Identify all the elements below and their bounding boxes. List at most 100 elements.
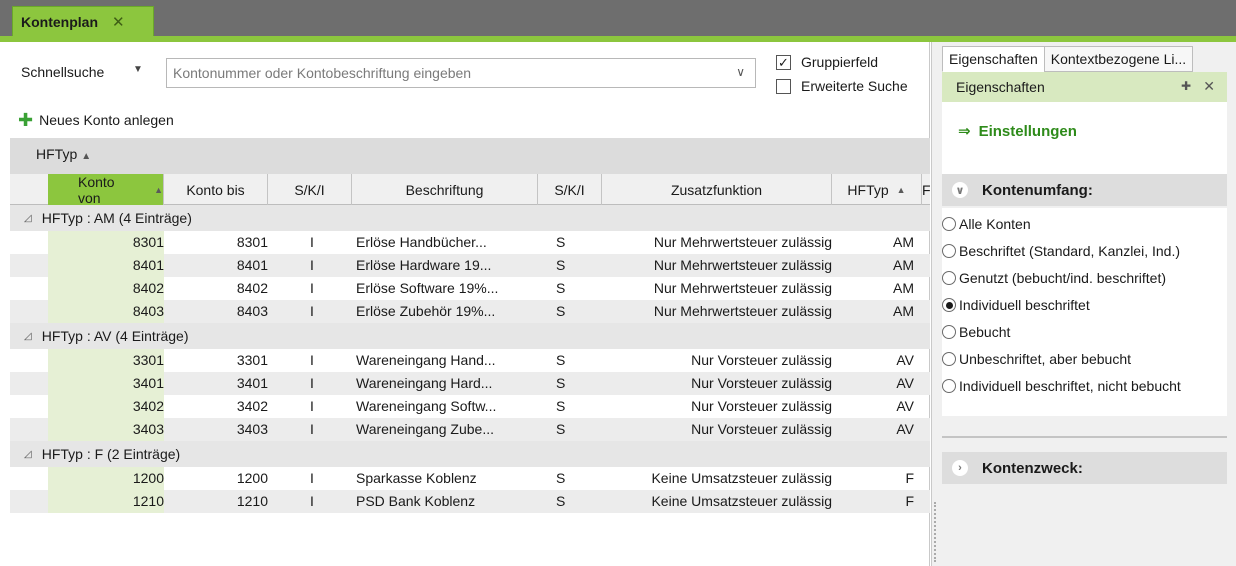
cell-hftyp: AV bbox=[896, 375, 914, 391]
table-row[interactable]: 3301 3301 I Wareneingang Hand... S Nur Vorste… bbox=[10, 349, 930, 372]
cell-konto-bis: 3401 bbox=[236, 375, 268, 391]
cell-ski-2: S bbox=[556, 352, 566, 368]
account-list-pane: Schnellsuche ▼ Kontonummer oder Kontobes… bbox=[0, 42, 930, 566]
cell-konto-bis: 3402 bbox=[236, 398, 268, 414]
quick-search-dropdown-icon[interactable]: ▼ bbox=[133, 64, 143, 75]
group-by-chip-label: HFTyp bbox=[36, 146, 78, 162]
cell-ski-2: S bbox=[556, 375, 566, 391]
settings-link[interactable]: ⇒ Einstellungen bbox=[958, 122, 1077, 141]
group-row[interactable]: ◿ HFTyp : AV (4 Einträge) bbox=[10, 323, 930, 349]
table-row[interactable]: 3403 3403 I Wareneingang Zube... S Nur Vorste… bbox=[10, 418, 930, 441]
collapse-triangle-icon[interactable]: ◿ bbox=[24, 213, 32, 224]
cell-ski: I bbox=[310, 421, 314, 437]
cell-konto-bis: 8403 bbox=[236, 303, 268, 319]
gruppierfeld-checkbox[interactable]: ✓ Gruppierfeld bbox=[776, 54, 878, 70]
radio-label: Beschriftet (Standard, Kanzlei, Ind.) bbox=[959, 243, 1180, 259]
group-row[interactable]: ◿ HFTyp : F (2 Einträge) bbox=[10, 441, 930, 467]
checkbox-checked-icon[interactable]: ✓ bbox=[776, 54, 791, 70]
cell-ski-2: S bbox=[556, 470, 566, 486]
column-header-beschriftung[interactable]: Beschriftung bbox=[352, 174, 538, 205]
kontenumfang-section-header[interactable]: ∨ Kontenumfang: bbox=[942, 174, 1227, 206]
cell-ski-2: S bbox=[556, 280, 566, 296]
radio-button-icon[interactable] bbox=[942, 379, 956, 393]
radio-option[interactable]: Unbeschriftet, aber bebucht bbox=[942, 351, 1131, 367]
table-row[interactable]: 3401 3401 I Wareneingang Hard... S Nur Vorste… bbox=[10, 372, 930, 395]
radio-label: Individuell beschriftet bbox=[959, 297, 1090, 313]
chevron-down-icon[interactable]: ∨ bbox=[736, 65, 745, 79]
radio-option[interactable]: Genutzt (bebucht/ind. beschriftet) bbox=[942, 270, 1166, 286]
radio-option[interactable]: Beschriftet (Standard, Kanzlei, Ind.) bbox=[942, 243, 1180, 259]
column-header-ski[interactable]: S/K/I bbox=[268, 174, 352, 205]
cell-ski: I bbox=[310, 375, 314, 391]
cell-konto-bis: 3403 bbox=[236, 421, 268, 437]
erweiterte-suche-checkbox[interactable]: Erweiterte Suche bbox=[776, 78, 908, 94]
radio-button-icon[interactable] bbox=[942, 325, 956, 339]
splitter-grip[interactable] bbox=[934, 502, 938, 562]
table-row[interactable]: 8402 8402 I Erlöse Software 19%... S Nur Mehr… bbox=[10, 277, 930, 300]
tab-kontenplan[interactable]: Kontenplan ✕ bbox=[12, 6, 154, 36]
column-header-konto-bis[interactable]: Konto bis bbox=[164, 174, 268, 205]
radio-option[interactable]: Individuell beschriftet bbox=[942, 297, 1090, 313]
group-label: HFTyp : AV (4 Einträge) bbox=[41, 328, 189, 344]
radio-label: Alle Konten bbox=[959, 216, 1031, 232]
cell-konto-von: 3402 bbox=[132, 398, 164, 414]
cell-konto-von: 8403 bbox=[132, 303, 164, 319]
cell-ski: I bbox=[310, 493, 314, 509]
group-row[interactable]: ◿ HFTyp : AM (4 Einträge) bbox=[10, 205, 930, 231]
radio-button-icon[interactable] bbox=[942, 271, 956, 285]
cell-hftyp: AM bbox=[893, 257, 914, 273]
cell-hftyp: AM bbox=[893, 234, 914, 250]
column-header-ski-2[interactable]: S/K/I bbox=[538, 174, 602, 205]
cell-beschriftung: Erlöse Software 19%... bbox=[356, 280, 499, 296]
group-by-chip[interactable]: HFTyp ▲ bbox=[36, 146, 91, 162]
group-label: HFTyp : F (2 Einträge) bbox=[41, 446, 181, 462]
cell-konto-bis: 3301 bbox=[236, 352, 268, 368]
cell-ski: I bbox=[310, 470, 314, 486]
radio-option[interactable]: Bebucht bbox=[942, 324, 1010, 340]
new-account-label: Neues Konto anlegen bbox=[39, 112, 174, 128]
cell-konto-bis: 8401 bbox=[236, 257, 268, 273]
checkbox-unchecked-icon[interactable] bbox=[776, 78, 791, 94]
column-header-f[interactable]: F bbox=[922, 174, 930, 205]
group-label: HFTyp : AM (4 Einträge) bbox=[41, 210, 192, 226]
cell-zusatzfunktion: Nur Vorsteuer zulässig bbox=[691, 398, 832, 414]
column-header-zusatzfunktion[interactable]: Zusatzfunktion bbox=[602, 174, 832, 205]
tab-kontextbezogene-listen[interactable]: Kontextbezogene Li... bbox=[1043, 46, 1194, 72]
group-by-panel: HFTyp ▲ bbox=[10, 138, 930, 174]
cell-zusatzfunktion: Nur Vorsteuer zulässig bbox=[691, 421, 832, 437]
plus-icon: ✚ bbox=[18, 110, 34, 130]
settings-link-label: Einstellungen bbox=[978, 122, 1077, 140]
radio-option[interactable]: Individuell beschriftet, nicht bebucht bbox=[942, 378, 1181, 394]
chevron-down-icon[interactable]: ∨ bbox=[952, 182, 968, 198]
table-row[interactable]: 3402 3402 I Wareneingang Softw... S Nur Vorst… bbox=[10, 395, 930, 418]
chevron-right-icon[interactable]: › bbox=[952, 460, 968, 476]
collapse-triangle-icon[interactable]: ◿ bbox=[24, 331, 32, 342]
cell-ski: I bbox=[310, 280, 314, 296]
close-icon[interactable]: ✕ bbox=[1203, 78, 1215, 95]
table-row[interactable]: 8401 8401 I Erlöse Hardware 19... S Nur Mehrw… bbox=[10, 254, 930, 277]
close-icon[interactable]: ✕ bbox=[112, 13, 125, 31]
radio-button-icon[interactable] bbox=[942, 217, 956, 231]
pin-icon[interactable]: ✚ bbox=[1181, 79, 1191, 93]
cell-konto-von: 1200 bbox=[132, 470, 164, 486]
tab-title: Kontenplan bbox=[21, 13, 98, 30]
radio-option[interactable]: Alle Konten bbox=[942, 216, 1031, 232]
table-row[interactable]: 8403 8403 I Erlöse Zubehör 19%... S Nur Mehrw… bbox=[10, 300, 930, 323]
kontenzweck-section-header[interactable]: › Kontenzweck: bbox=[942, 452, 1227, 484]
new-account-button[interactable]: ✚ Neues Konto anlegen bbox=[18, 111, 174, 129]
cell-zusatzfunktion: Nur Vorsteuer zulässig bbox=[691, 352, 832, 368]
table-row[interactable]: 1210 1210 I PSD Bank Koblenz S Keine Umsatzst… bbox=[10, 490, 930, 513]
radio-button-icon[interactable] bbox=[942, 298, 956, 312]
radio-label: Individuell beschriftet, nicht bebucht bbox=[959, 378, 1181, 394]
column-header-hftyp[interactable]: HFTyp ▲ bbox=[832, 174, 922, 205]
collapse-triangle-icon[interactable]: ◿ bbox=[24, 449, 32, 460]
tab-eigenschaften[interactable]: Eigenschaften bbox=[942, 46, 1045, 72]
table-row[interactable]: 8301 8301 I Erlöse Handbücher... S Nur Mehrwe… bbox=[10, 231, 930, 254]
cell-konto-von: 8402 bbox=[132, 280, 164, 296]
radio-button-icon[interactable] bbox=[942, 244, 956, 258]
radio-button-icon[interactable] bbox=[942, 352, 956, 366]
quick-search-input[interactable]: Kontonummer oder Kontobeschriftung einge… bbox=[166, 58, 756, 88]
column-header-konto-von[interactable]: Konto von ▲ bbox=[48, 174, 164, 206]
table-row[interactable]: 1200 1200 I Sparkasse Koblenz S Keine Umsatzs… bbox=[10, 467, 930, 490]
radio-label: Bebucht bbox=[959, 324, 1011, 340]
